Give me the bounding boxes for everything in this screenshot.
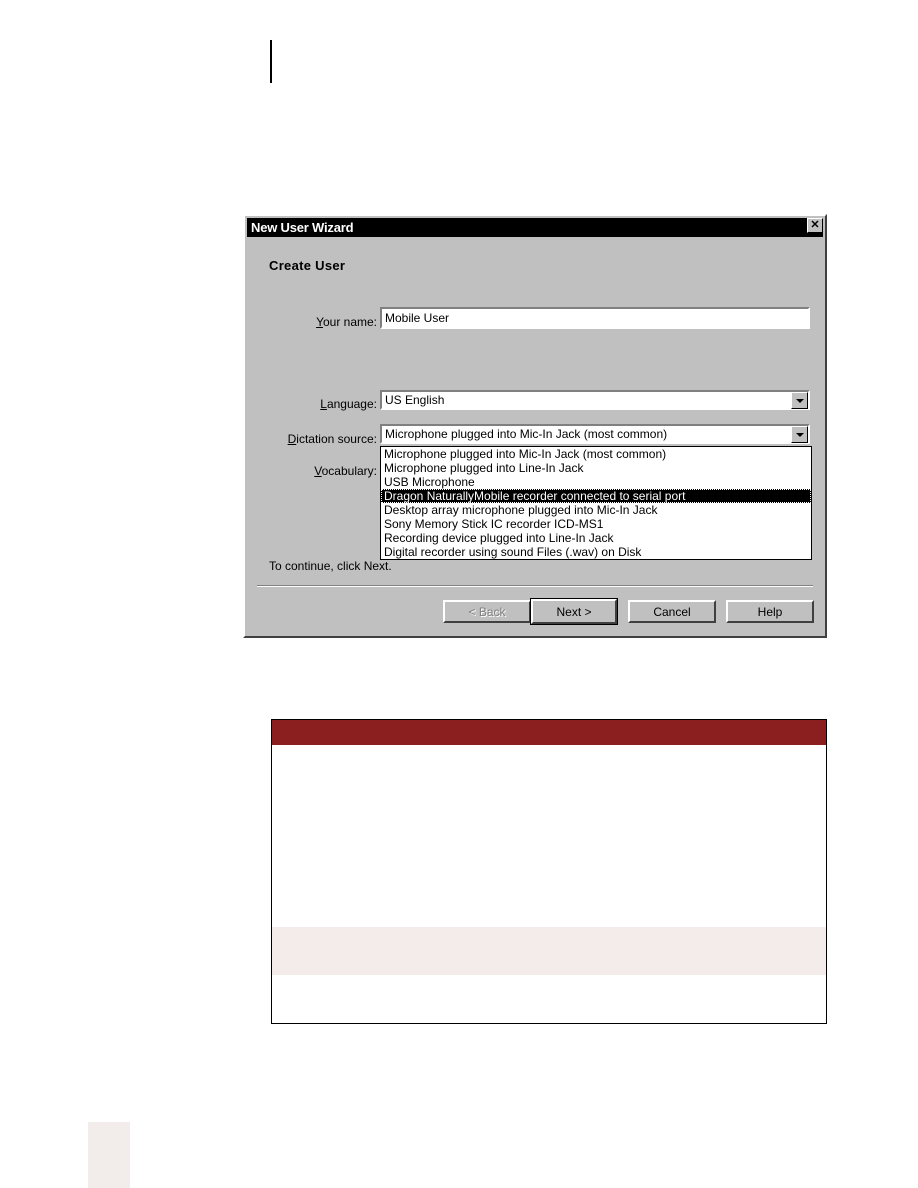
close-icon[interactable]: ✕ bbox=[807, 218, 823, 233]
continue-hint: To continue, click Next. bbox=[269, 559, 392, 573]
list-item[interactable]: Microphone plugged into Mic-In Jack (mos… bbox=[381, 447, 811, 461]
language-label: Language: bbox=[320, 397, 377, 411]
language-dropdown-arrow-icon[interactable] bbox=[791, 392, 808, 409]
help-button[interactable]: Help bbox=[726, 600, 814, 623]
list-item[interactable]: Recording device plugged into Line-In Ja… bbox=[381, 531, 811, 545]
back-button-label: < Back bbox=[468, 604, 506, 619]
page-vertical-rule bbox=[270, 40, 272, 83]
cancel-button-label: Cancel bbox=[653, 604, 691, 619]
page-corner-block bbox=[88, 1122, 130, 1188]
cancel-button[interactable]: Cancel bbox=[628, 600, 716, 623]
list-item[interactable]: Desktop array microphone plugged into Mi… bbox=[381, 503, 811, 517]
list-item[interactable]: Sony Memory Stick IC recorder ICD-MS1 bbox=[381, 517, 811, 531]
dialog-titlebar[interactable]: New User Wizard bbox=[247, 218, 823, 237]
list-item[interactable]: Microphone plugged into Line-In Jack bbox=[381, 461, 811, 475]
language-combo-value[interactable]: US English bbox=[380, 390, 810, 410]
dictation-source-combo-value[interactable]: Microphone plugged into Mic-In Jack (mos… bbox=[380, 424, 810, 444]
vocabulary-label: Vocabulary: bbox=[314, 464, 377, 478]
page-title: Create User bbox=[269, 258, 346, 273]
dictation-source-label: Dictation source: bbox=[287, 432, 377, 446]
dialog-title: New User Wizard bbox=[251, 220, 354, 235]
new-user-wizard-dialog: New User Wizard ✕ Create User Your name:… bbox=[243, 214, 827, 638]
list-item[interactable]: USB Microphone bbox=[381, 475, 811, 489]
dictation-source-dropdown-arrow-icon[interactable] bbox=[791, 426, 808, 443]
your-name-input[interactable]: Mobile User bbox=[380, 307, 810, 329]
next-button[interactable]: Next > bbox=[530, 598, 618, 625]
note-box-header-bar bbox=[272, 720, 826, 745]
next-button-label: Next > bbox=[556, 604, 592, 619]
note-box bbox=[271, 719, 827, 1024]
back-button[interactable]: < Back bbox=[443, 600, 531, 623]
your-name-label: Your name: bbox=[316, 315, 377, 329]
list-item[interactable]: Digital recorder using sound Files (.wav… bbox=[381, 545, 811, 559]
footer-divider bbox=[257, 585, 813, 587]
list-item-selected[interactable]: Dragon NaturallyMobile recorder connecte… bbox=[381, 489, 811, 503]
help-button-label: Help bbox=[757, 604, 783, 619]
note-box-highlight-row bbox=[272, 927, 826, 975]
dictation-source-dropdown-list[interactable]: Microphone plugged into Mic-In Jack (mos… bbox=[380, 446, 812, 560]
